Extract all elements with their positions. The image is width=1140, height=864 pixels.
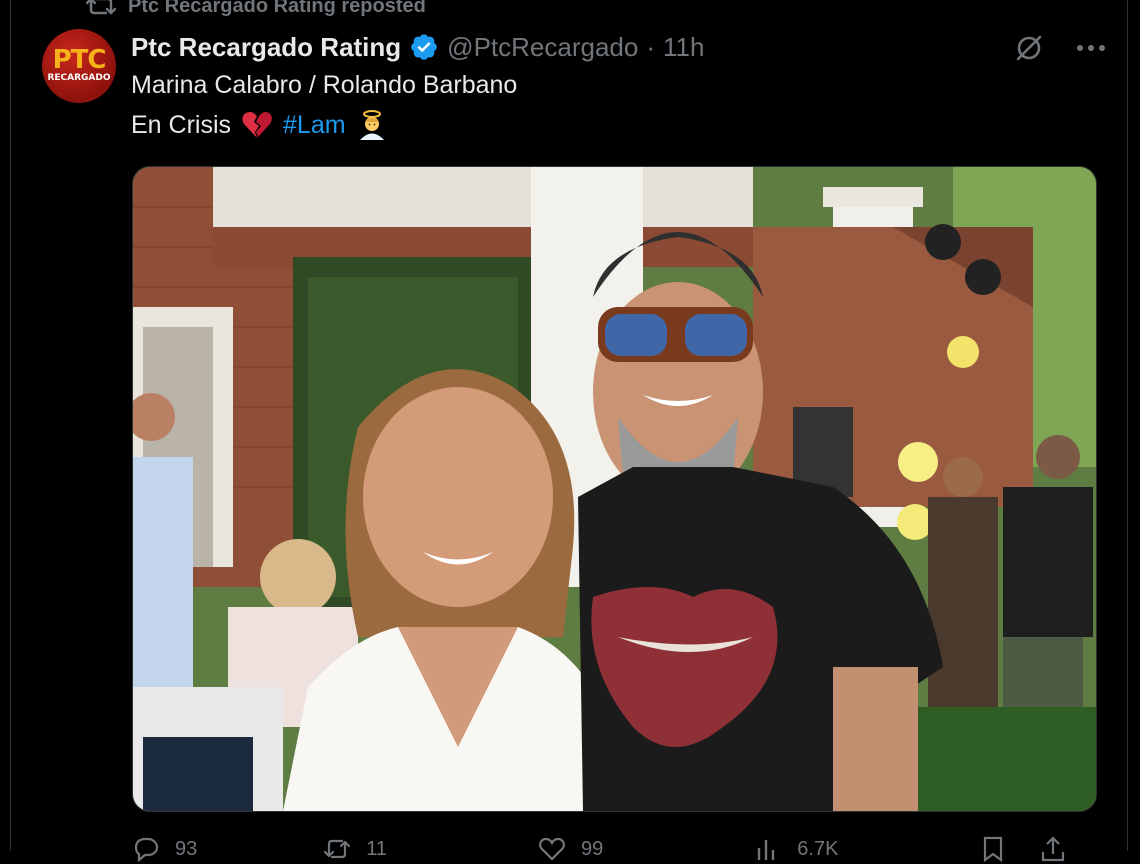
share-button[interactable]	[1038, 834, 1068, 864]
post-top-actions	[1012, 31, 1106, 65]
hashtag-link[interactable]: #Lam	[283, 111, 346, 140]
share-icon	[1042, 836, 1065, 862]
post-action-bar: 93 11 99 6.7K	[131, 834, 1091, 864]
separator-dot: ·	[646, 31, 655, 62]
author-name[interactable]: Ptc Recargado Rating	[131, 32, 401, 63]
verified-badge-icon[interactable]	[409, 32, 439, 62]
post-text-line-2: En Crisis #Lam	[131, 109, 388, 141]
like-count: 99	[581, 837, 604, 860]
avatar-logo-subtext: RECARGADO	[47, 73, 111, 83]
views-count: 6.7K	[797, 837, 839, 860]
timeline-border-left	[10, 0, 11, 851]
avatar[interactable]: PTC RECARGADO	[42, 29, 116, 103]
author-handle[interactable]: @PtcRecargado	[447, 32, 638, 63]
broken-heart-icon	[242, 112, 272, 138]
bookmark-icon	[984, 836, 1003, 863]
repost-button[interactable]: 11	[322, 834, 387, 864]
repost-label: Ptc Recargado Rating reposted	[128, 0, 426, 17]
avatar-logo-text: PTC	[52, 45, 107, 75]
views-icon	[758, 840, 775, 860]
reply-count: 93	[175, 837, 198, 860]
angel-emoji-icon	[359, 110, 384, 140]
post-header: Ptc Recargado Rating @PtcRecargado · 11h	[131, 30, 704, 64]
repost-icon	[86, 0, 116, 15]
bookmark-button[interactable]	[978, 834, 1008, 864]
repost-count: 11	[366, 837, 388, 860]
views-button[interactable]: 6.7K	[753, 834, 838, 864]
post-time[interactable]: 11h	[663, 32, 704, 63]
reply-button[interactable]: 93	[131, 834, 197, 864]
heart-icon	[539, 837, 565, 861]
post-text-crisis: En Crisis	[131, 110, 232, 139]
timeline-border-right	[1127, 0, 1128, 851]
post-photo[interactable]	[132, 166, 1097, 812]
grok-icon[interactable]	[1012, 31, 1046, 65]
post-text-line-1: Marina Calabro / Rolando Barbano	[131, 71, 518, 99]
like-button[interactable]: 99	[537, 834, 603, 864]
reply-icon	[134, 837, 159, 863]
repost-indicator[interactable]: Ptc Recargado Rating reposted	[86, 0, 426, 18]
repost-action-icon	[324, 839, 351, 859]
more-options-icon[interactable]	[1076, 43, 1106, 53]
